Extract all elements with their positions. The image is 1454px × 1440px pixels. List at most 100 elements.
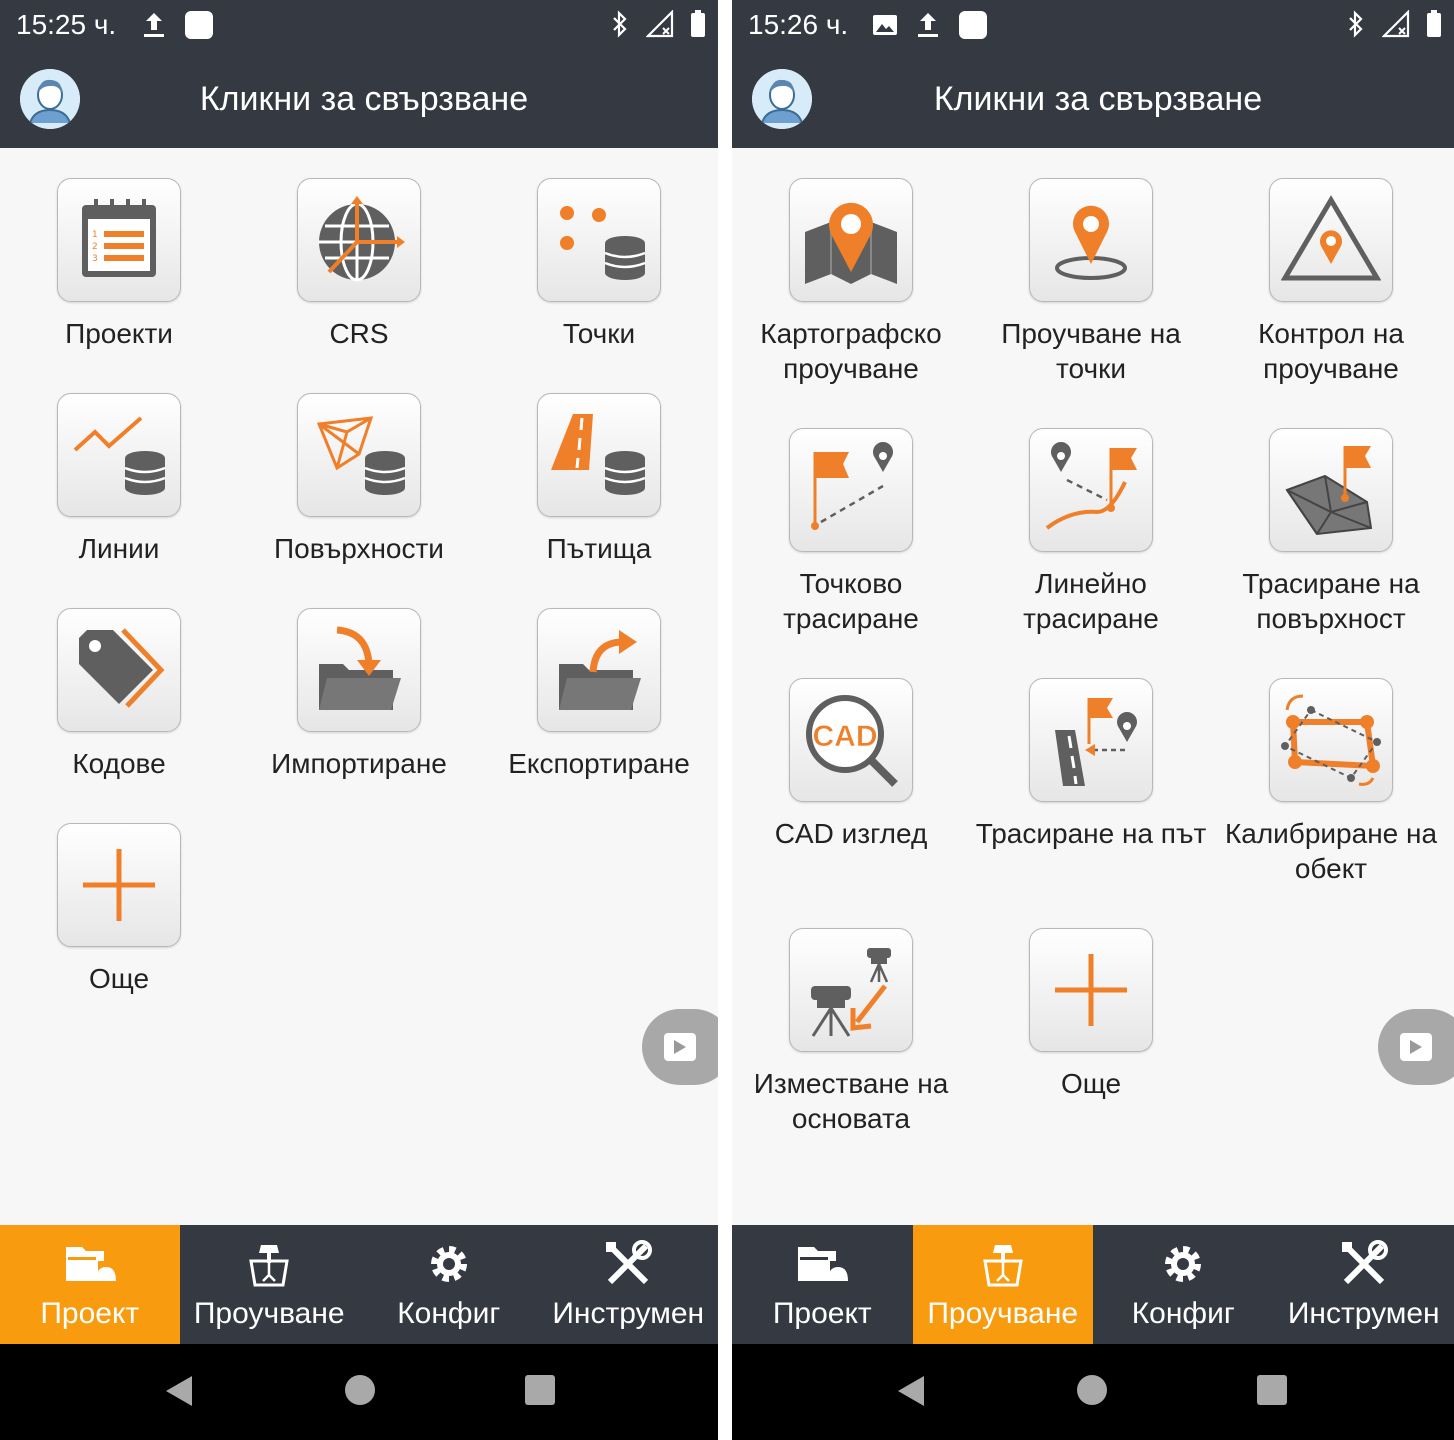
line-stakeout-icon [1045,442,1137,530]
tile-import[interactable]: Импортиране [240,608,478,781]
gear-icon [1160,1239,1206,1289]
tile-label: CRS [329,318,389,349]
tile-export[interactable]: Експортиране [480,608,718,781]
bluetooth-icon [613,10,627,38]
tile-surface-stakeout[interactable]: Трасиране на повърхност [1212,428,1450,636]
tile-box[interactable]: 1 2 3 [57,178,181,302]
bottom-nav: Проект Проучване Конфиг Инструмен [732,1225,1454,1344]
tile-box[interactable] [537,178,661,302]
map-pin-icon [805,202,897,284]
status-system-icons [1346,10,1442,38]
nav-project[interactable]: Проект [732,1225,913,1344]
tile-base-shift[interactable]: Изместване на основата [732,928,970,1136]
tile-point-survey[interactable]: Проучване на точки [972,178,1210,386]
tile-cad-view[interactable]: CAD CAD изглед [732,678,970,851]
calendar-list-icon: 1 2 3 [82,199,156,277]
video-tutorial-button[interactable] [642,1009,718,1085]
plus-icon [83,849,155,921]
tile-box[interactable] [1269,428,1393,552]
status-system-icons [610,10,706,38]
connect-title[interactable]: Кликни за свързване [732,80,1454,119]
tools-icon [604,1239,653,1289]
tile-site-calibration[interactable]: Калибриране на обект [1212,678,1450,886]
tile-line-stakeout[interactable]: Линейно трасиране [972,428,1210,636]
nav-survey[interactable]: Проучване [912,1225,1093,1344]
recents-icon[interactable] [1256,1374,1288,1406]
tile-label: Картографско проучване [760,318,942,384]
tile-box[interactable] [789,928,913,1052]
status-bar: 15:26 ч. [732,0,1454,50]
road-stakeout-icon [1055,698,1137,786]
status-time: 15:25 ч. [16,9,117,40]
tile-crs[interactable]: CRS [240,178,478,351]
tile-map-survey[interactable]: Картографско проучване [732,178,970,386]
tile-box[interactable] [537,393,661,517]
tile-label: Още [88,963,150,994]
tile-survey-control[interactable]: Контрол на проучване [1212,178,1450,386]
bottom-nav: Проект Проучване Конфиг Инструмен [0,1225,718,1344]
nav-label: Инструмен [552,1297,705,1330]
folder-icon [796,1239,849,1289]
tile-box[interactable] [57,608,181,732]
nav-survey[interactable]: Проучване [180,1225,360,1344]
tile-box[interactable] [537,608,661,732]
recents-icon[interactable] [524,1374,556,1406]
tile-box[interactable] [1029,678,1153,802]
tile-box[interactable] [57,393,181,517]
tile-codes[interactable]: Кодове [0,608,238,781]
survey-icon [247,1239,291,1289]
back-icon[interactable] [164,1374,194,1408]
calibration-icon [1281,694,1381,786]
tile-surfaces[interactable]: Повърхности [240,393,478,566]
nav-config[interactable]: Конфиг [359,1225,539,1344]
tile-label: Кодове [72,748,166,779]
tile-box[interactable] [297,393,421,517]
upload-icon [144,13,164,37]
tile-road-stakeout[interactable]: Трасиране на път [972,678,1210,851]
tile-label: Калибриране на обект [1224,818,1438,884]
signal-icon [1382,10,1410,38]
video-tutorial-button[interactable] [1378,1009,1454,1085]
tile-lines[interactable]: Линии [0,393,238,566]
home-icon[interactable] [1076,1374,1108,1406]
tile-box[interactable] [57,823,181,947]
nav-project[interactable]: Проект [0,1225,180,1344]
tile-projects[interactable]: 1 2 3 Проекти [0,178,238,351]
tile-point-stakeout[interactable]: Точково трасиране [732,428,970,636]
tile-label: Импортиране [271,748,447,779]
play-icon [1400,1033,1432,1061]
tile-roads[interactable]: Пътища [480,393,718,566]
tile-box[interactable] [789,428,913,552]
connect-title[interactable]: Кликни за свързване [0,80,718,119]
image-icon [873,15,897,35]
tile-box[interactable] [297,178,421,302]
tile-box[interactable] [1029,428,1153,552]
tile-box[interactable]: CAD [789,678,913,802]
nav-tools[interactable]: Инструмен [1274,1225,1454,1344]
svg-text:1: 1 [92,230,98,240]
surface-stakeout-icon [1285,446,1373,536]
tile-box[interactable] [297,608,421,732]
tile-box[interactable] [1029,178,1153,302]
tile-label: Експортиране [508,748,690,779]
tile-box[interactable] [789,178,913,302]
home-icon[interactable] [344,1374,376,1406]
tile-label: Точково трасиране [783,568,919,634]
tile-more[interactable]: Още [0,823,238,996]
point-stakeout-icon [811,442,893,530]
tile-box[interactable] [1029,928,1153,1052]
tile-label: Линейно трасиране [1023,568,1159,634]
nav-label: Проучване [927,1297,1079,1330]
tile-box[interactable] [1269,678,1393,802]
tile-more[interactable]: Още [972,928,1210,1101]
nav-tools[interactable]: Инструмен [539,1225,719,1344]
nav-config[interactable]: Конфиг [1093,1225,1274,1344]
cad-magnifier-icon: CAD [806,695,898,787]
title-bar: Кликни за свързване [0,50,718,148]
tile-box[interactable] [1269,178,1393,302]
nav-label: Инструмен [1287,1297,1440,1330]
import-folder-icon [319,626,401,710]
plus-icon [1055,954,1127,1026]
tile-points[interactable]: Точки [480,178,718,351]
back-icon[interactable] [896,1374,926,1408]
